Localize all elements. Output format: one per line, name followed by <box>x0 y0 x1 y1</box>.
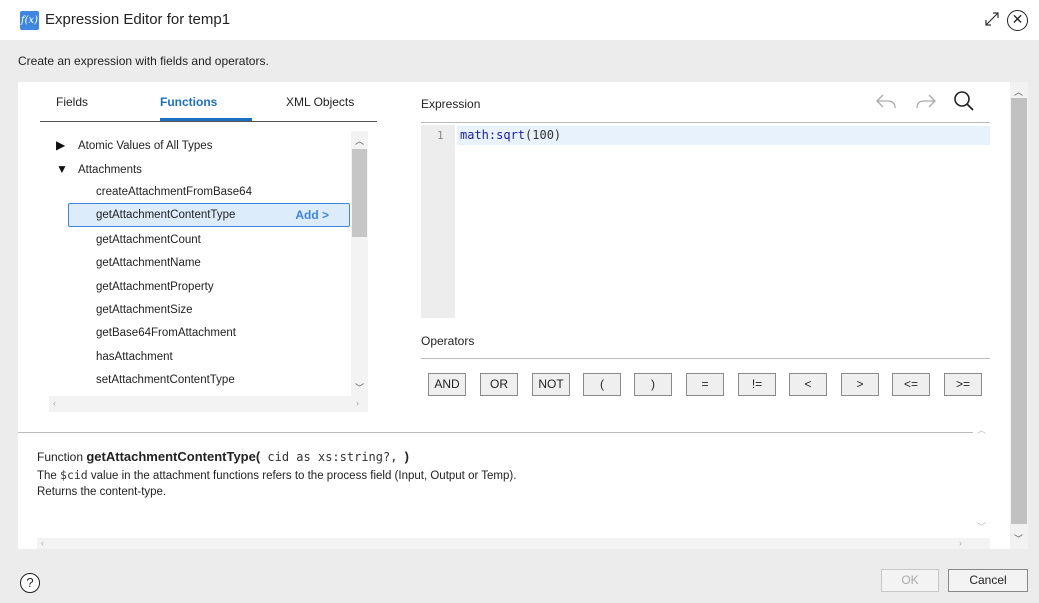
tree-item-setAttachmentContentType[interactable]: setAttachmentContentType <box>96 369 235 391</box>
signature-close: ) <box>404 449 410 464</box>
description-horizontal-scrollbar[interactable]: ‹ › <box>37 538 990 549</box>
line-number-gutter: 1 <box>421 125 455 318</box>
search-icon[interactable] <box>953 90 975 115</box>
expanded-triangle-icon: ▼ <box>56 162 68 176</box>
tree-item-getAttachmentContentType[interactable]: getAttachmentContentType Add > <box>68 203 350 227</box>
scroll-up-icon[interactable]: ︿ <box>1014 85 1023 98</box>
close-icon[interactable]: ✕ <box>1007 10 1028 31</box>
expression-divider <box>421 122 990 123</box>
tree-item-label: getAttachmentContentType <box>96 209 236 221</box>
description-text: The <box>37 470 61 482</box>
operators-label: Operators <box>421 334 475 348</box>
operator-less-equal-button[interactable]: <= <box>892 373 930 396</box>
tree-vertical-scrollbar[interactable]: ︿ ﹀ <box>351 131 368 397</box>
ok-button[interactable]: OK <box>881 569 939 592</box>
tab-functions[interactable]: Functions <box>160 95 217 109</box>
tree-group-attachments[interactable]: ▼ Attachments <box>56 158 142 180</box>
operators-divider <box>421 358 990 359</box>
function-app-icon: f(x) <box>20 11 39 30</box>
code-function-token: math:sqrt <box>460 128 526 142</box>
scroll-left-icon[interactable]: ‹ <box>41 538 44 548</box>
tree-item-createAttachmentFromBase64[interactable]: createAttachmentFromBase64 <box>96 181 252 203</box>
description-variable: $cid <box>60 468 88 482</box>
code-line[interactable]: math:sqrt(100) <box>457 126 990 145</box>
tree-group-label: Attachments <box>78 164 142 176</box>
tree-item-hasAttachment[interactable]: hasAttachment <box>96 346 173 368</box>
description-text: value in the attachment functions refers… <box>87 470 517 482</box>
tab-fields[interactable]: Fields <box>56 95 88 109</box>
tab-xml-objects[interactable]: XML Objects <box>286 95 354 109</box>
expression-editor[interactable]: 1 math:sqrt(100) <box>421 125 990 318</box>
signature-function-name: getAttachmentContentType( <box>86 449 261 464</box>
scroll-right-icon[interactable]: › <box>959 538 962 548</box>
operator-greater-equal-button[interactable]: >= <box>944 373 982 396</box>
operator-close-paren-button[interactable]: ) <box>634 373 672 396</box>
title-bar: f(x) Expression Editor for temp1 ✕ <box>0 0 1039 40</box>
code-args-token: (100) <box>525 128 562 142</box>
undo-icon[interactable] <box>875 92 897 113</box>
scroll-right-icon[interactable]: › <box>356 398 359 408</box>
tree-horizontal-scrollbar[interactable]: ‹ › <box>49 396 368 412</box>
dialog-subtitle: Create an expression with fields and ope… <box>18 54 269 68</box>
scroll-down-icon[interactable]: ﹀ <box>1014 532 1023 545</box>
window-title: Expression Editor for temp1 <box>45 11 231 28</box>
tree-item-getAttachmentName[interactable]: getAttachmentName <box>96 252 201 274</box>
panel-vertical-scrollbar[interactable]: ︿ ﹀ <box>1010 82 1028 549</box>
expand-icon[interactable] <box>983 10 1001 28</box>
tree-item-getAttachmentCount[interactable]: getAttachmentCount <box>96 229 201 251</box>
scroll-up-icon[interactable]: ︿ <box>355 134 364 147</box>
description-divider <box>18 432 973 433</box>
redo-icon[interactable] <box>915 92 937 113</box>
tree-group-label: Atomic Values of All Types <box>78 140 213 152</box>
scroll-up-icon[interactable]: ︿ <box>977 423 986 436</box>
tree-item-getAttachmentSize[interactable]: getAttachmentSize <box>96 299 193 321</box>
collapsed-triangle-icon: ▶ <box>56 138 66 152</box>
expression-label: Expression <box>421 97 481 111</box>
function-returns: Returns the content-type. <box>37 486 167 498</box>
signature-params: cid as xs:string?, <box>260 450 405 464</box>
operator-not-button[interactable]: NOT <box>532 373 570 396</box>
cancel-button[interactable]: Cancel <box>948 569 1028 592</box>
tree-group-atomic-values[interactable]: ▶ Atomic Values of All Types <box>56 134 212 156</box>
add-function-link[interactable]: Add > <box>295 204 329 226</box>
help-icon[interactable]: ? <box>20 573 40 593</box>
operator-not-equals-button[interactable]: != <box>738 373 776 396</box>
operator-or-button[interactable]: OR <box>480 373 518 396</box>
operator-less-than-button[interactable]: < <box>789 373 827 396</box>
scrollbar-thumb[interactable] <box>352 149 367 237</box>
operator-and-button[interactable]: AND <box>428 373 466 396</box>
description-vertical-scrollbar[interactable]: ︿ ﹀ <box>973 420 990 538</box>
function-signature: Function getAttachmentContentType( cid a… <box>37 449 409 464</box>
scroll-down-icon[interactable]: ﹀ <box>977 520 986 533</box>
active-tab-indicator <box>160 118 252 121</box>
function-tree: ▶ Atomic Values of All Types ▼ Attachments… <box>40 131 368 412</box>
source-tabs: Fields Functions XML Objects <box>40 82 377 122</box>
function-description: The $cid value in the attachment functio… <box>37 468 516 482</box>
operator-equals-button[interactable]: = <box>686 373 724 396</box>
signature-prefix: Function <box>37 450 87 464</box>
scroll-left-icon[interactable]: ‹ <box>53 398 56 408</box>
operator-open-paren-button[interactable]: ( <box>583 373 621 396</box>
tree-item-getAttachmentProperty[interactable]: getAttachmentProperty <box>96 276 214 298</box>
tree-item-getBase64FromAttachment[interactable]: getBase64FromAttachment <box>96 322 236 344</box>
scrollbar-thumb[interactable] <box>1011 98 1027 524</box>
line-number: 1 <box>437 129 444 142</box>
operator-greater-than-button[interactable]: > <box>841 373 879 396</box>
scroll-down-icon[interactable]: ﹀ <box>355 381 364 394</box>
